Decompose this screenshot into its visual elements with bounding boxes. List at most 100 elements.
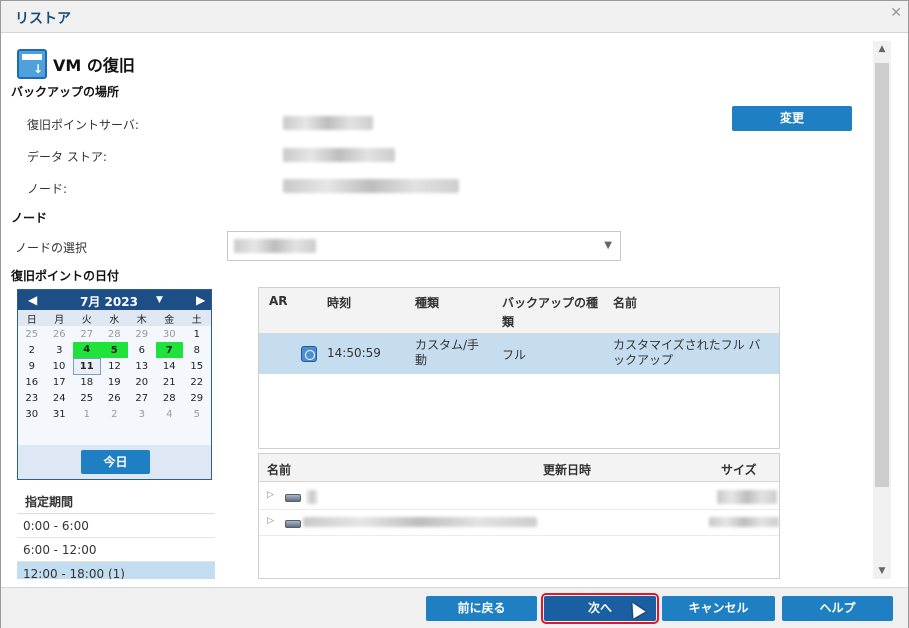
weekday-label: 月 [45,310,73,326]
data-store-label: データ ストア: [27,150,107,164]
recovery-point-icon [301,346,317,362]
weekday-label: 火 [73,310,101,326]
calendar-day[interactable]: 1 [73,406,101,422]
recovery-date-heading: 復旧ポイントの日付 [11,269,120,283]
calendar-day[interactable]: 24 [46,390,74,406]
column-file-name[interactable]: 名前 [267,461,291,478]
calendar-day[interactable]: 30 [156,326,184,342]
calendar-day[interactable]: 10 [46,358,74,374]
calendar-day[interactable]: 9 [18,358,46,374]
scroll-thumb[interactable] [875,63,889,487]
scroll-down-icon[interactable]: ▼ [873,563,891,579]
calendar-day[interactable]: 31 [46,406,74,422]
node-select[interactable]: ▼ [227,231,621,261]
column-size[interactable]: サイズ [721,461,757,478]
vm-recovery-icon: ↓ [17,49,47,79]
window-title: リストア [15,11,71,27]
calendar-grid: 日 月 火 水 木 金 土 25 26 27 28 29 30 1 2 3 4 … [18,310,211,422]
node-select-value [234,239,316,253]
calendar-day-with-backup[interactable]: 7 [155,342,183,358]
title-bar: リストア ✕ [1,1,908,33]
calendar-day[interactable]: 25 [18,326,46,342]
vertical-scrollbar[interactable]: ▲ ▼ [873,41,891,579]
calendar-day[interactable]: 4 [156,406,184,422]
calendar-day[interactable]: 29 [128,326,156,342]
change-button[interactable]: 変更 [732,106,852,131]
expand-icon[interactable]: ▷ [267,490,274,500]
calendar-month-label[interactable]: 7月 2023 [80,293,138,310]
calendar-day[interactable]: 3 [128,406,156,422]
column-type[interactable]: 種類 [415,294,439,311]
next-month-icon[interactable]: ▶ [196,293,205,307]
prev-month-icon[interactable]: ◀ [28,293,37,307]
today-button[interactable]: 今日 [81,450,150,474]
calendar-day[interactable]: 2 [18,342,46,358]
calendar-day[interactable]: 27 [73,326,101,342]
calendar-day[interactable]: 14 [156,358,184,374]
column-name[interactable]: 名前 [613,294,637,311]
weekday-label: 金 [155,310,183,326]
calendar-day[interactable]: 19 [101,374,129,390]
calendar-day[interactable]: 3 [46,342,74,358]
weekday-label: 日 [18,310,46,326]
calendar-day-with-backup[interactable]: 4 [73,342,101,358]
help-button[interactable]: ヘルプ [782,596,893,621]
scroll-up-icon[interactable]: ▲ [873,41,891,57]
list-item[interactable]: ▷ [259,484,779,510]
calendar-day[interactable]: 30 [18,406,46,422]
table-row[interactable]: 14:50:59 カスタム/手動 フル カスタマイズされたフル バックアップ [259,334,779,374]
file-size-value [717,490,777,504]
calendar-day[interactable]: 18 [73,374,101,390]
period-item[interactable]: 6:00 - 12:00 [17,538,215,562]
calendar-day[interactable]: 6 [128,342,156,358]
close-icon[interactable]: ✕ [890,5,902,21]
row-name: カスタマイズされたフル バックアップ [613,338,761,367]
calendar-day[interactable]: 26 [46,326,74,342]
page-title: VM の復旧 [53,56,135,75]
period-item[interactable]: 0:00 - 6:00 [17,514,215,538]
calendar-day[interactable]: 21 [156,374,184,390]
restore-dialog: リストア ✕ ↓ VM の復旧 バックアップの場所 復旧ポイントサーバ: データ… [0,0,909,628]
calendar-footer: 今日 [18,445,211,479]
calendar-day[interactable]: 23 [18,390,46,406]
drive-icon [285,494,301,502]
period-list: 0:00 - 6:00 6:00 - 12:00 12:00 - 18:00 (… [17,513,215,579]
calendar-day[interactable]: 13 [128,358,156,374]
calendar: ◀ 7月 2023 ▼ ▶ 日 月 火 水 木 金 土 25 26 27 28 … [17,289,212,480]
calendar-day[interactable]: 28 [101,326,129,342]
node-value [283,179,459,193]
column-modified[interactable]: 更新日時 [543,461,591,478]
calendar-day[interactable]: 16 [18,374,46,390]
calendar-day[interactable]: 1 [183,326,211,342]
calendar-day[interactable]: 28 [156,390,184,406]
main-content: ↓ VM の復旧 バックアップの場所 復旧ポイントサーバ: データ ストア: ノ… [7,41,873,579]
recovery-point-table: AR 時刻 種類 バックアップの種類 名前 14:50:59 カスタム/手動 フ… [258,287,780,449]
column-ar[interactable]: AR [269,294,288,308]
calendar-day[interactable]: 15 [183,358,211,374]
calendar-day[interactable]: 8 [183,342,211,358]
calendar-day-with-backup[interactable]: 5 [100,342,128,358]
cancel-button[interactable]: キャンセル [662,596,775,621]
calendar-day[interactable]: 27 [128,390,156,406]
row-type: カスタム/手動 [415,338,480,367]
calendar-day[interactable]: 22 [183,374,211,390]
calendar-day[interactable]: 17 [46,374,74,390]
calendar-day[interactable]: 29 [183,390,211,406]
weekday-label: 木 [128,310,156,326]
list-item[interactable]: ▷ [259,510,779,536]
period-item-selected[interactable]: 12:00 - 18:00 (1) [17,562,215,579]
calendar-day-today[interactable]: 11 [72,357,101,375]
column-backup-type[interactable]: バックアップの種類 [502,294,602,332]
back-button[interactable]: 前に戻る [426,596,537,621]
calendar-day[interactable]: 25 [73,390,101,406]
calendar-day[interactable]: 26 [101,390,129,406]
month-dropdown-icon[interactable]: ▼ [156,295,163,305]
calendar-day[interactable]: 2 [101,406,129,422]
calendar-day[interactable]: 20 [128,374,156,390]
calendar-day[interactable]: 5 [183,406,211,422]
file-size-value [709,517,779,527]
column-time[interactable]: 時刻 [327,294,351,311]
expand-icon[interactable]: ▷ [267,516,274,526]
row-backup-type: フル [502,348,527,362]
calendar-day[interactable]: 12 [101,358,129,374]
